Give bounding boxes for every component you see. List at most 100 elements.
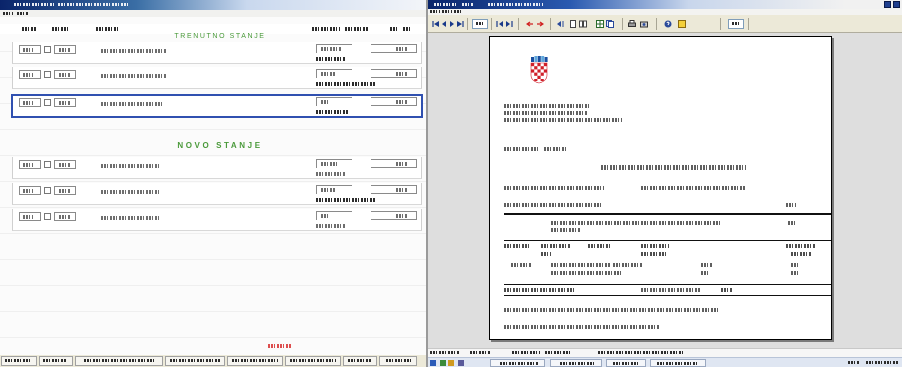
row-code-field[interactable]	[19, 212, 41, 221]
column-header[interactable]	[22, 27, 36, 31]
maximize-button[interactable]	[893, 1, 900, 8]
row-checkbox[interactable]	[44, 187, 51, 194]
row-quantity-field[interactable]	[371, 159, 417, 168]
menu-item[interactable]	[17, 12, 29, 15]
taskbar-button[interactable]	[606, 359, 646, 367]
function-key-button[interactable]	[165, 356, 225, 366]
row-quantity-field[interactable]	[371, 44, 417, 53]
function-key-button[interactable]	[227, 356, 283, 366]
row-number-field[interactable]	[54, 186, 76, 195]
row-number-field[interactable]	[54, 212, 76, 221]
taskbar-button[interactable]	[650, 359, 706, 367]
row-checkbox[interactable]	[44, 213, 51, 220]
column-header[interactable]	[390, 27, 398, 31]
row-number-field[interactable]	[54, 98, 76, 107]
page-number-field[interactable]	[472, 19, 488, 29]
quick-launch-icon[interactable]	[448, 360, 454, 366]
list-row[interactable]	[12, 67, 422, 89]
printer-icon[interactable]	[628, 20, 636, 28]
single-page-icon[interactable]	[569, 20, 577, 28]
taskbar-button[interactable]	[490, 359, 545, 367]
grid-icon[interactable]	[596, 20, 604, 28]
menu-bar	[0, 10, 426, 17]
row-checkbox[interactable]	[44, 161, 51, 168]
menu-item[interactable]	[430, 10, 440, 13]
row-code-field[interactable]	[19, 70, 41, 79]
preview-area[interactable]	[428, 33, 902, 348]
list-row[interactable]	[11, 94, 423, 118]
column-header[interactable]	[52, 27, 70, 31]
next-page-icon[interactable]	[448, 20, 456, 28]
row-quantity-field[interactable]	[371, 211, 417, 220]
function-key-button[interactable]	[39, 356, 73, 366]
illegible-text	[170, 359, 220, 362]
function-key-button[interactable]	[285, 356, 341, 366]
taskbar-button[interactable]	[550, 359, 602, 367]
next-record-icon[interactable]	[505, 20, 513, 28]
multi-page-icon[interactable]	[606, 20, 614, 28]
row-status-field[interactable]	[316, 69, 352, 78]
menu-item[interactable]	[3, 12, 13, 15]
horizontal-rule	[504, 295, 831, 296]
row-quantity-field[interactable]	[371, 69, 417, 78]
list-row[interactable]	[12, 209, 422, 231]
row-status-field[interactable]	[316, 185, 352, 194]
window-title-bar[interactable]	[0, 0, 426, 10]
row-quantity-field[interactable]	[371, 185, 417, 194]
first-page-icon[interactable]	[432, 20, 440, 28]
previous-record-icon[interactable]	[496, 20, 504, 28]
row-status-field[interactable]	[316, 159, 352, 168]
row-number-field[interactable]	[54, 70, 76, 79]
stock-entry-window: TRENUTNO STANJE NOVO STANJE	[0, 0, 428, 367]
menu-item[interactable]	[454, 10, 462, 13]
function-key-button[interactable]	[1, 356, 37, 366]
function-key-button[interactable]	[75, 356, 163, 366]
list-row[interactable]	[12, 157, 422, 179]
note-icon[interactable]	[678, 20, 686, 28]
row-code-field[interactable]	[19, 45, 41, 54]
two-page-icon[interactable]	[579, 20, 587, 28]
column-header[interactable]	[403, 27, 411, 31]
list-row[interactable]	[12, 42, 422, 64]
menu-item[interactable]	[442, 10, 452, 13]
column-header[interactable]	[345, 27, 369, 31]
illegible-text	[321, 47, 341, 51]
row-number-field[interactable]	[54, 160, 76, 169]
row-checkbox[interactable]	[44, 99, 51, 106]
illegible-text	[5, 359, 31, 362]
row-number-field[interactable]	[54, 45, 76, 54]
red-arrow-left-icon[interactable]	[526, 20, 534, 28]
help-icon[interactable]	[664, 20, 672, 28]
illegible-text	[59, 101, 71, 105]
previous-page-icon[interactable]	[440, 20, 448, 28]
list-row[interactable]	[12, 183, 422, 205]
start-icon[interactable]	[430, 360, 436, 366]
quick-launch-icon[interactable]	[458, 360, 464, 366]
row-code-field[interactable]	[19, 160, 41, 169]
minimize-button[interactable]	[884, 1, 891, 8]
row-status-field[interactable]	[316, 44, 352, 53]
column-header[interactable]	[96, 27, 118, 31]
document-item-text	[551, 228, 581, 232]
row-status-field[interactable]	[316, 97, 352, 106]
row-checkbox[interactable]	[44, 46, 51, 53]
function-key-button[interactable]	[343, 356, 377, 366]
croatian-coat-of-arms-icon	[530, 56, 548, 84]
quick-launch-icon[interactable]	[440, 360, 446, 366]
zoom-field[interactable]	[728, 19, 744, 29]
page-back-icon[interactable]	[556, 20, 564, 28]
row-checkbox[interactable]	[44, 71, 51, 78]
document-item-value	[788, 221, 796, 225]
row-quantity-field[interactable]	[371, 97, 417, 106]
function-key-button[interactable]	[379, 356, 417, 366]
row-code-field[interactable]	[19, 186, 41, 195]
print-setup-icon[interactable]	[640, 20, 648, 28]
document-item-text	[551, 221, 721, 225]
row-code-field[interactable]	[19, 98, 41, 107]
last-page-icon[interactable]	[456, 20, 464, 28]
language-indicator[interactable]	[848, 361, 860, 364]
red-arrow-right-icon[interactable]	[536, 20, 544, 28]
column-header[interactable]	[312, 27, 340, 31]
window-title-bar[interactable]	[428, 0, 902, 9]
row-status-field[interactable]	[316, 211, 352, 220]
